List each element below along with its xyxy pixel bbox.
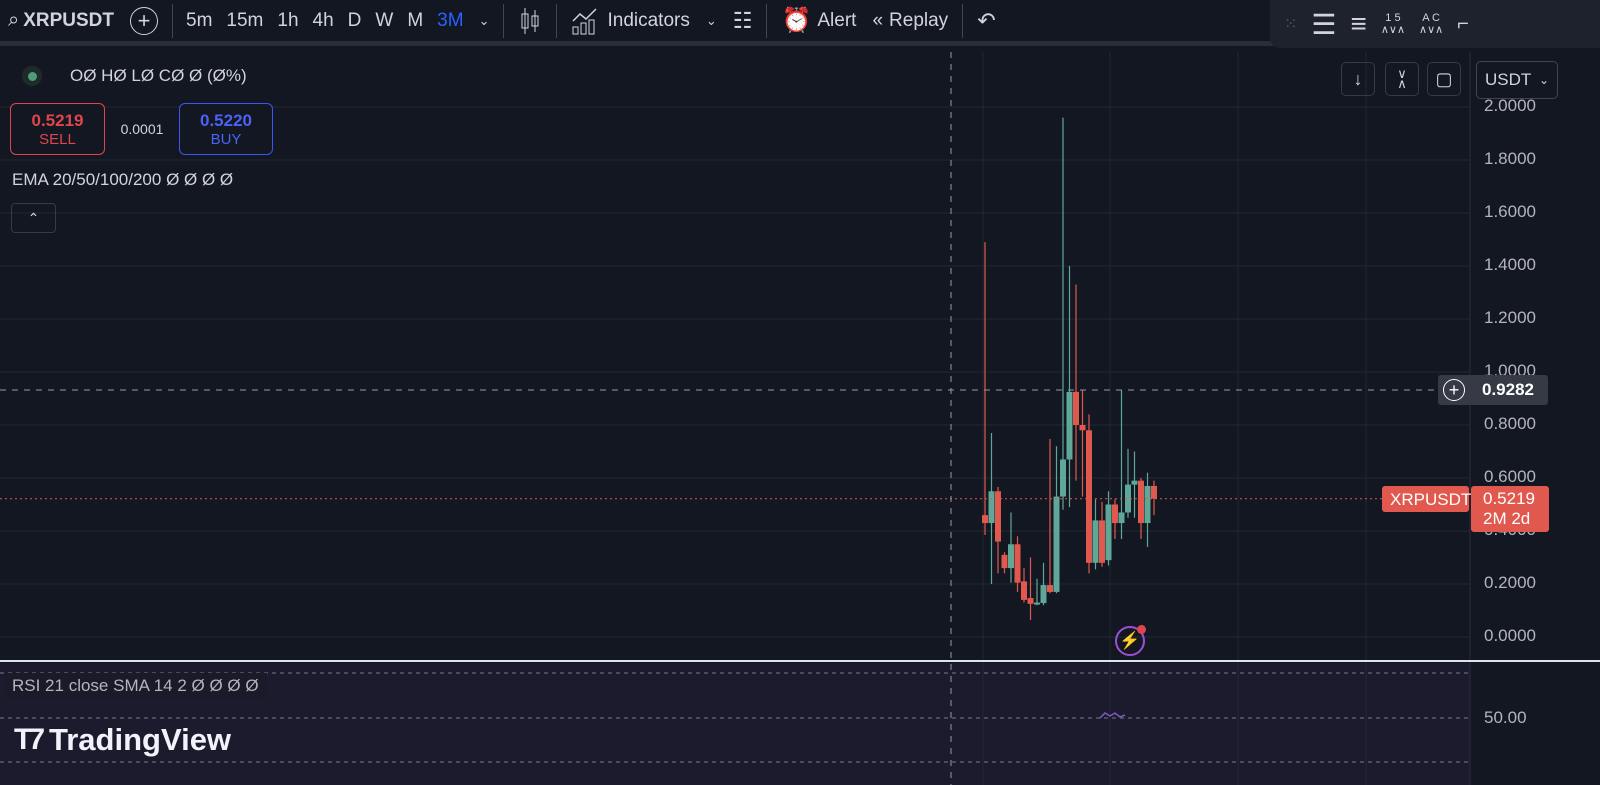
- last-price-label: 0.5219 2M 2d: [1471, 486, 1549, 532]
- candle-body: [1034, 602, 1040, 605]
- price-tick-label: 1.6000: [1484, 202, 1536, 221]
- rsi-level-label: 50.00: [1484, 708, 1527, 727]
- candle-body: [1066, 391, 1073, 460]
- candle-body: [1151, 485, 1157, 499]
- collapse-icon: ∨ ∧: [1397, 66, 1407, 91]
- market-status-icon: [22, 66, 42, 86]
- candle-body: [1060, 459, 1066, 497]
- candle-body: [1040, 585, 1047, 604]
- arrow-down-icon: ↓: [1353, 68, 1363, 89]
- sell-button[interactable]: 0.5219 SELL: [10, 103, 105, 155]
- crosshair-price-label: 0.9282: [1470, 375, 1548, 405]
- collapse-pane-button[interactable]: ∨ ∧: [1385, 62, 1419, 96]
- spread-value: 0.0001: [120, 121, 164, 137]
- candle-body: [1079, 425, 1086, 431]
- price-tick-label: 0.6000: [1484, 467, 1536, 486]
- scroll-to-latest-button[interactable]: ↓: [1341, 62, 1375, 96]
- currency-select[interactable]: USDT ⌄: [1476, 61, 1558, 99]
- maximize-icon: ▢: [1435, 68, 1453, 89]
- candle-body: [1099, 520, 1105, 563]
- candle-body: [1001, 554, 1008, 569]
- price-tick-label: 0.0000: [1484, 626, 1536, 645]
- quick-trade-icon[interactable]: ⚡: [1115, 625, 1146, 656]
- ema-legend[interactable]: EMA 20/50/100/200 Ø Ø Ø Ø: [12, 170, 233, 190]
- price-tick-label: 1.2000: [1484, 308, 1536, 327]
- candle-body: [1021, 581, 1027, 600]
- candle-body: [1008, 544, 1014, 569]
- candle-body: [1014, 544, 1021, 583]
- buy-button[interactable]: 0.5220 BUY: [179, 103, 273, 155]
- tv-logo-icon: T7: [14, 723, 45, 756]
- price-tick-label: 2.0000: [1484, 96, 1536, 115]
- chevron-up-icon: ⌃: [27, 209, 40, 226]
- candle-body: [1073, 391, 1079, 425]
- chevron-down-icon: ⌄: [1538, 73, 1549, 87]
- candle-body: [1131, 480, 1138, 485]
- trade-buttons: 0.5219 SELL 0.0001 0.5220 BUY: [10, 103, 273, 155]
- fullscreen-button[interactable]: ▢: [1427, 62, 1461, 96]
- candle-body: [1092, 520, 1099, 563]
- candle-body: [1027, 598, 1034, 604]
- candle-body: [1105, 504, 1112, 561]
- rsi-legend[interactable]: RSI 21 close SMA 14 2 Ø Ø Ø Ø: [4, 673, 267, 699]
- candle-body: [988, 491, 995, 524]
- collapse-legend-button[interactable]: ⌃: [11, 203, 56, 233]
- crosshair-add-button[interactable]: +: [1438, 375, 1470, 405]
- candle-body: [1047, 585, 1053, 592]
- plus-circle-icon: +: [1443, 379, 1465, 401]
- price-tick-label: 1.4000: [1484, 255, 1536, 274]
- candle-body: [1086, 430, 1092, 563]
- candle-body: [1112, 504, 1118, 524]
- ohlc-legend: OØ HØ LØ CØ Ø (Ø%): [22, 66, 247, 86]
- tradingview-logo[interactable]: T7 TradingView: [14, 722, 231, 758]
- last-price-symbol-label: XRPUSDT: [1382, 486, 1471, 512]
- candle-body: [1053, 496, 1060, 592]
- candle-body: [1138, 480, 1144, 524]
- candle-body: [982, 515, 988, 524]
- candle-body: [1118, 512, 1125, 524]
- price-tick-label: 0.8000: [1484, 414, 1536, 433]
- candle-body: [1144, 485, 1151, 524]
- price-tick-label: 0.2000: [1484, 573, 1536, 592]
- price-tick-label: 1.8000: [1484, 149, 1536, 168]
